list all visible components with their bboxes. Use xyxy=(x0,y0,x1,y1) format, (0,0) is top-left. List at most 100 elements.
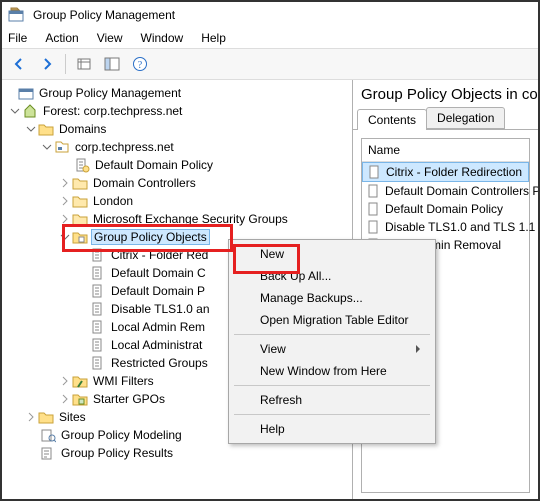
ctx-new[interactable]: New xyxy=(232,243,432,265)
list-item[interactable]: Default Domain Controllers Policy xyxy=(362,182,529,200)
wmi-icon xyxy=(72,373,88,389)
expander-icon[interactable] xyxy=(58,392,72,406)
ctx-view[interactable]: View xyxy=(232,338,432,360)
back-arrow-icon xyxy=(11,56,27,72)
tree-label: Restricted Groups xyxy=(109,356,210,370)
tree-label: London xyxy=(91,194,135,208)
console-icon xyxy=(18,85,34,101)
cell-name: Default Domain Controllers Policy xyxy=(385,184,538,198)
results-icon xyxy=(40,445,56,461)
menu-window[interactable]: Window xyxy=(141,31,184,45)
tree-label: Domains xyxy=(57,122,108,136)
context-menu: New Back Up All... Manage Backups... Ope… xyxy=(228,239,436,444)
list-item[interactable]: Default Domain Policy xyxy=(362,200,529,218)
toolbar-separator xyxy=(65,54,66,74)
tree-item[interactable]: Group Policy Results xyxy=(2,444,352,462)
menu-file[interactable]: File xyxy=(8,31,27,45)
menu-action[interactable]: Action xyxy=(45,31,78,45)
gpo-icon xyxy=(90,355,106,371)
tree-pane-icon xyxy=(104,56,120,72)
tabs: Contents Delegation xyxy=(353,107,538,130)
gpo-icon xyxy=(366,183,382,199)
ctx-divider xyxy=(234,414,430,415)
gpo-icon xyxy=(90,301,106,317)
tree-domain[interactable]: corp.techpress.net xyxy=(2,138,352,156)
gpo-icon xyxy=(90,265,106,281)
tree-domains[interactable]: Domains xyxy=(2,120,352,138)
ctx-manage-backups[interactable]: Manage Backups... xyxy=(232,287,432,309)
menubar: File Action View Window Help xyxy=(2,28,538,48)
tree-label: Forest: corp.techpress.net xyxy=(41,104,184,118)
forward-arrow-icon xyxy=(39,56,55,72)
column-name: Name xyxy=(368,143,400,157)
ctx-divider xyxy=(234,334,430,335)
tree-item[interactable]: Microsoft Exchange Security Groups xyxy=(2,210,352,228)
gpo-icon xyxy=(90,283,106,299)
tree-item[interactable]: London xyxy=(2,192,352,210)
ctx-new-window[interactable]: New Window from Here xyxy=(232,360,432,382)
menu-help[interactable]: Help xyxy=(201,31,226,45)
sites-icon xyxy=(38,409,54,425)
cell-name: Citrix - Folder Redirection xyxy=(386,165,522,179)
tab-delegation[interactable]: Delegation xyxy=(426,107,505,129)
help-icon: ? xyxy=(132,56,148,72)
ctx-divider xyxy=(234,385,430,386)
gpo-link-icon xyxy=(74,157,90,173)
expander-icon[interactable] xyxy=(58,230,72,244)
show-hide-tree-button[interactable] xyxy=(99,51,125,77)
list-item[interactable]: Disable TLS1.0 and TLS 1.1 Wind xyxy=(362,218,529,236)
ctx-refresh[interactable]: Refresh xyxy=(232,389,432,411)
cell-name: Disable TLS1.0 and TLS 1.1 Wind xyxy=(385,220,538,234)
tree-root[interactable]: ▾ Group Policy Management xyxy=(2,84,352,102)
window-title: Group Policy Management xyxy=(33,8,175,22)
svg-text:?: ? xyxy=(138,60,143,71)
tab-contents[interactable]: Contents xyxy=(357,109,427,130)
tree-item[interactable]: Domain Controllers xyxy=(2,174,352,192)
titlebar: Group Policy Management xyxy=(2,2,538,28)
gpo-container-icon xyxy=(72,229,88,245)
tree-label: Sites xyxy=(57,410,88,424)
tree-label: Group Policy Results xyxy=(59,446,175,460)
ou-icon xyxy=(72,193,88,209)
back-button[interactable] xyxy=(6,51,32,77)
tree-label: Default Domain C xyxy=(109,266,208,280)
expander-icon[interactable] xyxy=(58,176,72,190)
expander-icon[interactable] xyxy=(58,194,72,208)
list-item[interactable]: Citrix - Folder Redirection xyxy=(362,162,529,182)
tree-label: Citrix - Folder Red xyxy=(109,248,210,262)
gpo-icon xyxy=(366,201,382,217)
expander-icon[interactable] xyxy=(58,212,72,226)
expander-icon[interactable] xyxy=(24,410,38,424)
tree-label: Microsoft Exchange Security Groups xyxy=(91,212,290,226)
expander-icon[interactable] xyxy=(58,374,72,388)
gpo-icon xyxy=(90,319,106,335)
expander-icon[interactable] xyxy=(24,122,38,136)
ctx-open-migration[interactable]: Open Migration Table Editor xyxy=(232,309,432,331)
folder-icon xyxy=(38,121,54,137)
properties-button[interactable] xyxy=(71,51,97,77)
tree-label: WMI Filters xyxy=(91,374,156,388)
modeling-icon xyxy=(40,427,56,443)
ctx-help[interactable]: Help xyxy=(232,418,432,440)
tree-label: Starter GPOs xyxy=(91,392,167,406)
app-icon xyxy=(8,7,24,23)
tree-label: Default Domain Policy xyxy=(93,158,215,172)
gpo-icon xyxy=(366,219,382,235)
ctx-backup-all[interactable]: Back Up All... xyxy=(232,265,432,287)
tree-label: Group Policy Management xyxy=(37,86,183,100)
forest-icon xyxy=(22,103,38,119)
expander-icon[interactable] xyxy=(40,140,54,154)
tree-item[interactable]: Default Domain Policy xyxy=(2,156,352,174)
tree-label: Group Policy Modeling xyxy=(59,428,184,442)
properties-icon xyxy=(76,56,92,72)
ou-icon xyxy=(72,175,88,191)
domain-icon xyxy=(54,139,70,155)
tree-label: Domain Controllers xyxy=(91,176,198,190)
expander-icon[interactable] xyxy=(8,104,22,118)
tree-forest[interactable]: Forest: corp.techpress.net xyxy=(2,102,352,120)
gpo-icon xyxy=(367,164,383,180)
menu-view[interactable]: View xyxy=(97,31,123,45)
forward-button[interactable] xyxy=(34,51,60,77)
column-header[interactable]: Name xyxy=(362,139,529,162)
help-button[interactable]: ? xyxy=(127,51,153,77)
